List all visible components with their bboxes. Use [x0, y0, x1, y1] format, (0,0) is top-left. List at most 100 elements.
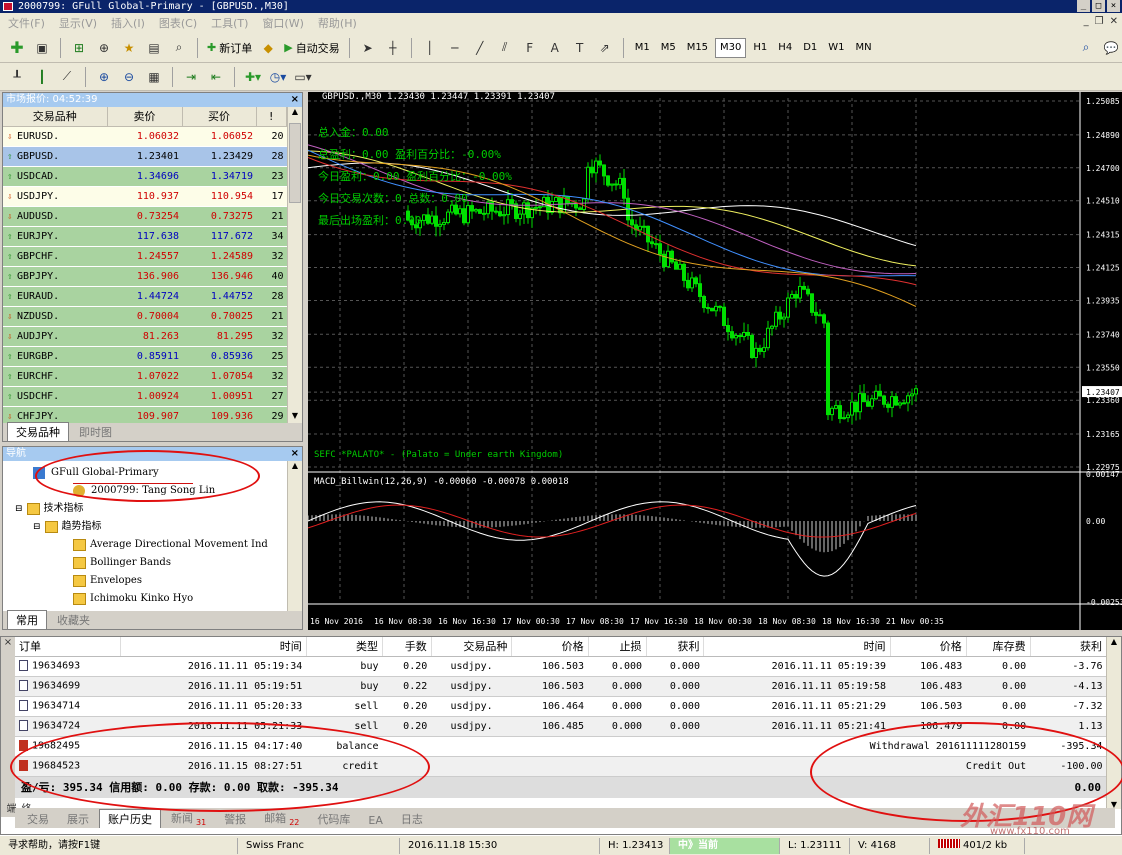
- col-6[interactable]: 止损: [588, 637, 647, 657]
- mdi-minimize-button[interactable]: _: [1084, 16, 1089, 27]
- mdi-restore-button[interactable]: ❐: [1095, 16, 1104, 27]
- new-order-button[interactable]: ✚ 新订单: [205, 37, 254, 59]
- close-icon[interactable]: ×: [1, 637, 15, 648]
- market-row-usdcad[interactable]: ⇧ USDCAD. 1.34696 1.34719 23: [3, 166, 287, 187]
- menu-tools[interactable]: 工具(T): [211, 15, 248, 31]
- market-row-audjpy[interactable]: ⇩ AUDJPY. 81.263 81.295 32: [3, 326, 287, 347]
- col-8[interactable]: 时间: [703, 637, 891, 657]
- new-chart-icon[interactable]: ✚: [6, 37, 28, 59]
- tf-h4[interactable]: H4: [774, 38, 796, 58]
- market-row-usdchf[interactable]: ⇧ USDCHF. 1.00924 1.00951 27: [3, 386, 287, 407]
- history-row[interactable]: 19634699 2016.11.11 05:19:51 buy 0.22 usdjpy…: [15, 676, 1107, 697]
- col-1[interactable]: 时间: [120, 637, 307, 657]
- tf-m30[interactable]: M30: [715, 37, 747, 58]
- templates-icon[interactable]: ▭▾: [292, 66, 314, 88]
- zoom-out-icon[interactable]: ⊖: [118, 66, 140, 88]
- menu-view[interactable]: 显示(V): [59, 15, 97, 31]
- market-watch-scrollbar[interactable]: ▲ ▼: [287, 107, 302, 425]
- market-row-eurusd[interactable]: ⇩ EURUSD. 1.06032 1.06052 20: [3, 126, 287, 147]
- market-row-gbpusd[interactable]: ⇧ GBPUSD. 1.23401 1.23429 28: [3, 146, 287, 167]
- search-icon[interactable]: ⌕: [1075, 37, 1097, 59]
- profiles-icon[interactable]: ▣: [31, 37, 53, 59]
- tab-0[interactable]: 交易: [19, 810, 57, 828]
- maximize-button[interactable]: □: [1092, 0, 1105, 12]
- col-symbol[interactable]: 交易品种: [3, 107, 108, 127]
- nav-indicators[interactable]: ⊟ 技术指标: [15, 500, 84, 518]
- col-9[interactable]: 价格: [890, 637, 967, 657]
- tab-2[interactable]: 账户历史: [99, 809, 161, 828]
- menu-file[interactable]: 文件(F): [8, 15, 45, 31]
- col-0[interactable]: 订单: [15, 637, 121, 657]
- terminal-icon[interactable]: ▤: [143, 37, 165, 59]
- col-spread[interactable]: !: [256, 107, 287, 127]
- navigator-icon[interactable]: ★: [118, 37, 140, 59]
- tab-symbols[interactable]: 交易品种: [7, 422, 69, 441]
- vertical-line-icon[interactable]: │: [419, 37, 441, 59]
- tf-mn[interactable]: MN: [852, 38, 876, 58]
- cursor-icon[interactable]: ➤: [357, 37, 379, 59]
- col-3[interactable]: 手数: [382, 637, 432, 657]
- tab-4[interactable]: 警报: [216, 810, 254, 828]
- navigator-scrollbar[interactable]: ▲: [287, 461, 302, 613]
- col-bid[interactable]: 卖价: [107, 107, 183, 127]
- periods-icon[interactable]: ◷▾: [267, 66, 289, 88]
- tf-w1[interactable]: W1: [824, 38, 848, 58]
- tf-d1[interactable]: D1: [799, 38, 821, 58]
- crosshair-icon[interactable]: ┼: [382, 37, 404, 59]
- mdi-close-button[interactable]: ✕: [1110, 16, 1118, 27]
- zoom-in-icon[interactable]: ⊕: [93, 66, 115, 88]
- menu-help[interactable]: 帮助(H): [318, 15, 357, 31]
- tab-1[interactable]: 展示: [59, 810, 97, 828]
- col-2[interactable]: 类型: [306, 637, 383, 657]
- candlestick-icon[interactable]: ┃: [31, 66, 53, 88]
- col-5[interactable]: 价格: [511, 637, 589, 657]
- arrows-icon[interactable]: ⇗: [594, 37, 616, 59]
- market-row-euraud[interactable]: ⇧ EURAUD. 1.44724 1.44752 28: [3, 286, 287, 307]
- tab-favorites[interactable]: 收藏夹: [49, 611, 98, 629]
- menu-window[interactable]: 窗口(W): [262, 15, 303, 31]
- col-11[interactable]: 获利: [1030, 637, 1108, 657]
- col-ask[interactable]: 买价: [182, 107, 257, 127]
- market-row-audusd[interactable]: ⇩ AUDUSD. 0.73254 0.73275 21: [3, 206, 287, 227]
- fibonacci-icon[interactable]: F: [519, 37, 541, 59]
- tab-8[interactable]: 日志: [393, 810, 431, 828]
- tile-windows-icon[interactable]: ▦: [143, 66, 165, 88]
- close-button[interactable]: ×: [1107, 0, 1120, 12]
- chat-icon[interactable]: 💬: [1100, 37, 1122, 59]
- data-window-icon[interactable]: ⊕: [93, 37, 115, 59]
- tf-m1[interactable]: M1: [631, 38, 654, 58]
- indicators-icon[interactable]: ✚▾: [242, 66, 264, 88]
- nav-bollinger[interactable]: Bollinger Bands: [73, 554, 171, 572]
- channel-icon[interactable]: ⫽: [494, 37, 516, 59]
- autoscroll-icon[interactable]: ⇥: [180, 66, 202, 88]
- chart-shift-icon[interactable]: ⇤: [205, 66, 227, 88]
- col-7[interactable]: 获利: [646, 637, 705, 657]
- menu-charts[interactable]: 图表(C): [159, 15, 197, 31]
- nav-ichimoku[interactable]: Ichimoku Kinko Hyo: [73, 590, 193, 608]
- close-icon[interactable]: ×: [291, 447, 299, 461]
- nav-trend[interactable]: ⊟ 趋势指标: [33, 518, 102, 536]
- text-label-icon[interactable]: T: [569, 37, 591, 59]
- tf-m5[interactable]: M5: [657, 38, 680, 58]
- metaeditor-icon[interactable]: ◆: [257, 37, 279, 59]
- strategy-tester-icon[interactable]: ⌕: [168, 37, 190, 59]
- tab-6[interactable]: 代码库: [309, 810, 358, 828]
- market-row-eurgbp[interactable]: ⇧ EURGBP. 0.85911 0.85936 25: [3, 346, 287, 367]
- minimize-button[interactable]: _: [1077, 0, 1090, 12]
- tab-tick-chart[interactable]: 即时图: [71, 423, 120, 441]
- history-row[interactable]: 19634714 2016.11.11 05:20:33 sell 0.20 usdjp…: [15, 696, 1107, 717]
- chart-window[interactable]: 1.25085 1.24890 1.24700 1.24510 1.24315 1.241…: [307, 92, 1122, 630]
- trendline-icon[interactable]: ╱: [469, 37, 491, 59]
- col-10[interactable]: 库存费: [966, 637, 1031, 657]
- line-chart-icon[interactable]: ⟋: [56, 66, 78, 88]
- menu-insert[interactable]: 插入(I): [111, 15, 145, 31]
- tab-common[interactable]: 常用: [7, 610, 47, 629]
- tab-5[interactable]: 邮箱 22: [256, 809, 307, 828]
- history-row[interactable]: 19634693 2016.11.11 05:19:34 buy 0.20 usdjpy…: [15, 656, 1107, 677]
- market-row-usdjpy[interactable]: ⇩ USDJPY. 110.937 110.954 17: [3, 186, 287, 207]
- bar-chart-icon[interactable]: ┸: [6, 66, 28, 88]
- market-row-eurjpy[interactable]: ⇧ EURJPY. 117.638 117.672 34: [3, 226, 287, 247]
- text-icon[interactable]: A: [544, 37, 566, 59]
- col-4[interactable]: 交易品种: [431, 637, 513, 657]
- auto-trading-button[interactable]: ▶ 自动交易: [282, 37, 341, 59]
